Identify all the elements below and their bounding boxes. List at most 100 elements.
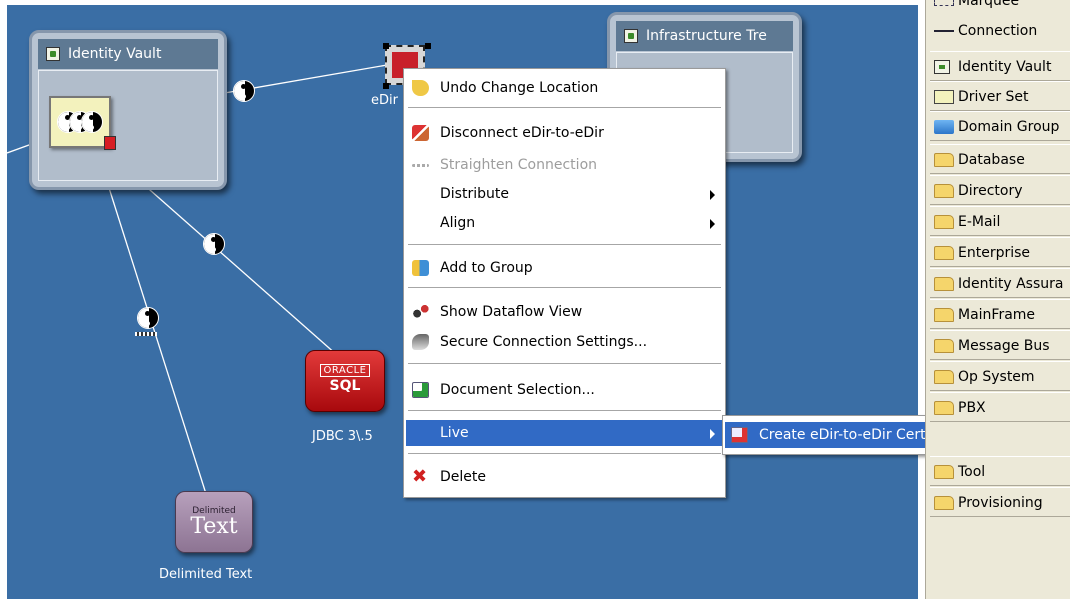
- submenu-arrow-icon: [710, 190, 715, 200]
- palette-drawer-provisioning[interactable]: Provisioning: [930, 487, 1070, 517]
- menu-item-live[interactable]: Live: [406, 420, 723, 446]
- palette-item-label: Message Bus: [958, 338, 1050, 354]
- menu-item-label: Secure Connection Settings...: [440, 334, 648, 350]
- infrastructure-title-text: Infrastructure Tre: [646, 28, 767, 44]
- palette-drawer-identity-assurance[interactable]: Identity Assura: [930, 268, 1070, 298]
- document-icon: [412, 382, 429, 398]
- palette-drawer-tool[interactable]: Tool: [930, 456, 1070, 486]
- menu-item-secure-connection-settings[interactable]: Secure Connection Settings...: [406, 329, 723, 355]
- connection-yin-yang-icon[interactable]: [203, 233, 225, 255]
- folder-icon: [934, 277, 954, 291]
- menu-separator: [408, 107, 721, 108]
- folder-icon: [934, 184, 954, 198]
- secure-connection-icon: [412, 334, 429, 350]
- selection-handle[interactable]: [383, 43, 389, 49]
- driver-set-node[interactable]: [49, 96, 116, 150]
- palette-item-label: Marquee: [958, 0, 1020, 9]
- menu-item-disconnect[interactable]: Disconnect eDir-to-eDir: [406, 120, 723, 146]
- palette-item-label: Domain Group: [958, 119, 1060, 135]
- menu-item-label: Align: [440, 215, 476, 231]
- marquee-icon: [934, 0, 954, 6]
- palette-drawer-message-bus[interactable]: Message Bus: [930, 330, 1070, 360]
- palette-item-label: Connection: [958, 23, 1038, 39]
- menu-item-align[interactable]: Align: [406, 210, 723, 236]
- oracle-logo-text: ORACLE: [319, 364, 371, 377]
- menu-item-distribute[interactable]: Distribute: [406, 181, 723, 207]
- palette-item-driver-set[interactable]: Driver Set: [930, 81, 1070, 111]
- connection-port-icon: [135, 332, 157, 336]
- infrastructure-group-title: Infrastructure Tre: [616, 21, 793, 51]
- menu-separator: [408, 244, 721, 245]
- palette-item-label: Op System: [958, 369, 1035, 385]
- menu-item-label: Straighten Connection: [440, 157, 598, 173]
- palette-item-label: MainFrame: [958, 307, 1036, 323]
- palette-item-label: Provisioning: [958, 495, 1043, 511]
- certificate-icon: [731, 427, 748, 443]
- folder-icon: [934, 496, 954, 510]
- palette-item-label: Identity Vault: [958, 59, 1052, 75]
- delimited-text-driver-node[interactable]: Delimited Text: [175, 491, 253, 553]
- identity-vault-group-title: Identity Vault: [38, 39, 218, 69]
- identity-vault-icon: [624, 29, 638, 43]
- menu-item-delete[interactable]: ✖ Delete: [406, 464, 723, 490]
- disconnect-icon: [412, 125, 429, 141]
- driver-set-badge-icon: [104, 136, 116, 150]
- menu-item-label: Undo Change Location: [440, 80, 599, 96]
- folder-icon: [934, 215, 954, 229]
- domain-group-icon: [934, 120, 954, 134]
- driver-set-icon: [934, 90, 954, 104]
- folder-icon: [934, 339, 954, 353]
- oracle-node-label: JDBC 3\.5: [312, 429, 373, 444]
- palette-drawer-pbx[interactable]: PBX: [930, 392, 1070, 422]
- delete-icon: ✖: [412, 466, 428, 487]
- menu-item-label: Live: [440, 425, 469, 441]
- palette-item-connection[interactable]: Connection: [930, 16, 1070, 46]
- palette-drawer-enterprise[interactable]: Enterprise: [930, 237, 1070, 267]
- folder-icon: [934, 308, 954, 322]
- palette-item-label: Database: [958, 152, 1025, 168]
- oracle-driver-node[interactable]: ORACLE SQL: [305, 350, 385, 412]
- palette-drawer-email[interactable]: E-Mail: [930, 206, 1070, 236]
- palette-item-label: Tool: [958, 464, 986, 480]
- connection-yin-yang-icon[interactable]: [137, 307, 159, 329]
- palette-drawer-directory[interactable]: Directory: [930, 175, 1070, 205]
- menu-separator: [408, 287, 721, 288]
- selection-handle[interactable]: [383, 83, 389, 89]
- menu-item-undo-change-location[interactable]: Undo Change Location: [406, 75, 723, 101]
- menu-item-label: Document Selection...: [440, 382, 595, 398]
- palette-panel: Marquee Connection Identity Vault Driver…: [925, 0, 1070, 599]
- selection-handle[interactable]: [425, 43, 431, 49]
- delimited-node-label: Delimited Text: [159, 567, 253, 582]
- menu-item-add-to-group[interactable]: Add to Group: [406, 255, 723, 281]
- folder-icon: [934, 465, 954, 479]
- palette-drawer-mainframe[interactable]: MainFrame: [930, 299, 1070, 329]
- submenu-arrow-icon: [710, 429, 715, 439]
- text-logo-text: Text: [190, 514, 238, 539]
- connection-icon: [934, 30, 954, 32]
- folder-icon: [934, 370, 954, 384]
- menu-item-document-selection[interactable]: Document Selection...: [406, 377, 723, 403]
- add-to-group-icon: [412, 260, 429, 276]
- undo-icon: [412, 80, 429, 96]
- straighten-icon: [412, 164, 429, 167]
- palette-item-label: PBX: [958, 400, 986, 416]
- connection-yin-yang-icon[interactable]: [233, 80, 255, 102]
- folder-icon: [934, 153, 954, 167]
- submenu-arrow-icon: [710, 219, 715, 229]
- palette-drawer-database[interactable]: Database: [930, 144, 1070, 174]
- palette-item-marquee[interactable]: Marquee: [930, 0, 1070, 16]
- menu-item-straighten-connection: Straighten Connection: [406, 152, 723, 178]
- palette-item-identity-vault[interactable]: Identity Vault: [930, 51, 1070, 81]
- menu-item-label: Distribute: [440, 186, 509, 202]
- folder-icon: [934, 246, 954, 260]
- menu-item-label: Delete: [440, 469, 486, 485]
- menu-separator: [408, 363, 721, 364]
- palette-drawer-op-system[interactable]: Op System: [930, 361, 1070, 391]
- identity-vault-icon: [46, 47, 60, 61]
- menu-item-show-dataflow-view[interactable]: Show Dataflow View: [406, 299, 723, 325]
- palette-item-label: Identity Assura: [958, 276, 1064, 292]
- menu-separator: [408, 410, 721, 411]
- sql-logo-text: SQL: [329, 378, 361, 394]
- palette-item-label: Driver Set: [958, 89, 1029, 105]
- palette-item-domain-group[interactable]: Domain Group: [930, 111, 1070, 141]
